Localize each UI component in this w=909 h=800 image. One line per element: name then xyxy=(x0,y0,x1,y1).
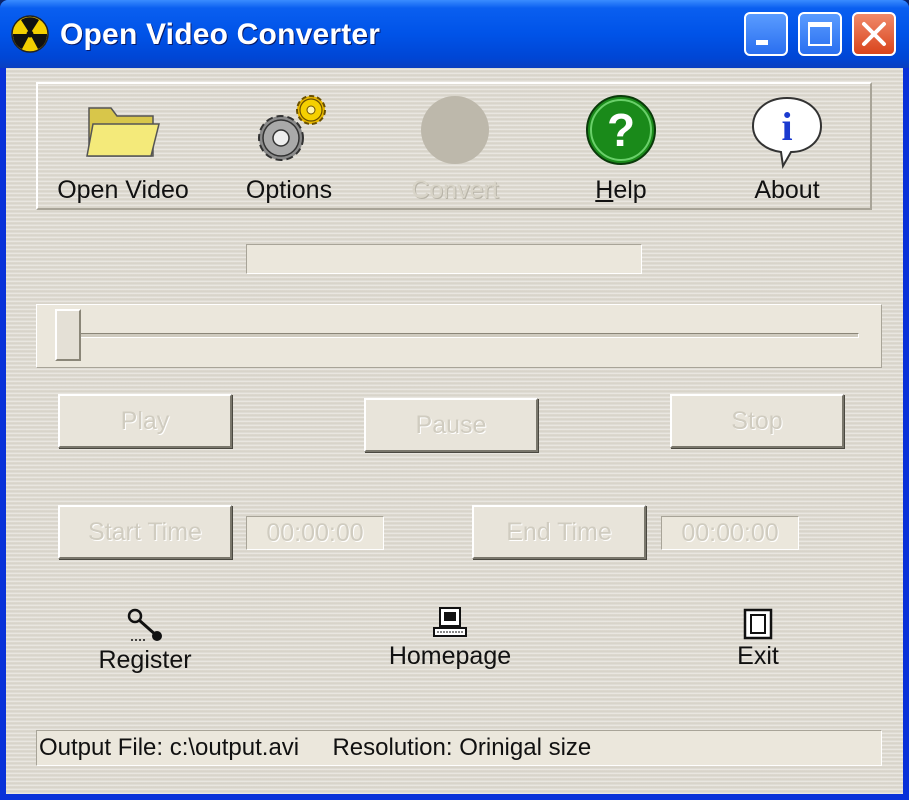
exit-label: Exit xyxy=(737,642,779,670)
close-icon xyxy=(862,22,886,46)
app-window: Open Video Converter Open Video Options … xyxy=(0,0,909,800)
key-icon xyxy=(127,608,162,641)
open-video-button[interactable]: Open Video xyxy=(48,92,198,204)
exit-link[interactable]: Exit xyxy=(728,608,788,671)
start-time-field[interactable]: 00:00:00 xyxy=(246,516,384,550)
conversion-progress-bar xyxy=(246,244,642,274)
computer-icon xyxy=(433,607,467,637)
title-bar[interactable]: Open Video Converter xyxy=(0,0,909,68)
slider-track xyxy=(59,333,859,338)
toolbar-label: Options xyxy=(245,176,333,204)
toolbar: Open Video Options Convert ? Help i Abou… xyxy=(36,82,872,210)
stop-button[interactable]: Stop xyxy=(670,394,844,448)
register-link[interactable]: Register xyxy=(90,608,200,675)
toolbar-label: Help xyxy=(595,176,647,204)
end-time-field[interactable]: 00:00:00 xyxy=(661,516,799,550)
radiation-icon xyxy=(11,15,49,53)
convert-icon xyxy=(421,96,489,164)
maximize-button[interactable] xyxy=(798,12,842,56)
homepage-link[interactable]: Homepage xyxy=(388,606,512,671)
status-bar: Output File: c:\output.avi Resolution: O… xyxy=(36,730,882,766)
info-icon: i xyxy=(751,96,823,170)
slider-thumb[interactable] xyxy=(55,309,81,361)
toolbar-label: Open Video xyxy=(57,176,189,204)
help-button[interactable]: ? Help xyxy=(546,92,696,204)
start-time-button[interactable]: Start Time xyxy=(58,505,232,559)
client-area: Open Video Options Convert ? Help i Abou… xyxy=(6,68,903,794)
toolbar-label: About xyxy=(754,176,820,204)
about-button[interactable]: i About xyxy=(712,92,862,204)
gears-icon xyxy=(258,95,326,161)
maximize-icon xyxy=(808,22,832,46)
seek-slider[interactable] xyxy=(36,304,882,368)
register-label: Register xyxy=(98,646,192,674)
play-button[interactable]: Play xyxy=(58,394,232,448)
pause-button[interactable]: Pause xyxy=(364,398,538,452)
svg-text:?: ? xyxy=(607,104,635,156)
homepage-label: Homepage xyxy=(388,642,512,670)
options-button[interactable]: Options xyxy=(214,92,364,204)
window-title: Open Video Converter xyxy=(60,18,381,51)
minimize-button[interactable] xyxy=(744,12,788,56)
door-icon xyxy=(743,608,773,640)
minimize-icon xyxy=(756,40,768,45)
svg-text:i: i xyxy=(781,104,792,149)
convert-button[interactable]: Convert xyxy=(380,92,530,204)
question-icon: ? xyxy=(586,95,656,165)
toolbar-label: Convert xyxy=(411,176,499,204)
end-time-button[interactable]: End Time xyxy=(472,505,646,559)
close-button[interactable] xyxy=(852,12,896,56)
folder-icon xyxy=(86,107,160,157)
